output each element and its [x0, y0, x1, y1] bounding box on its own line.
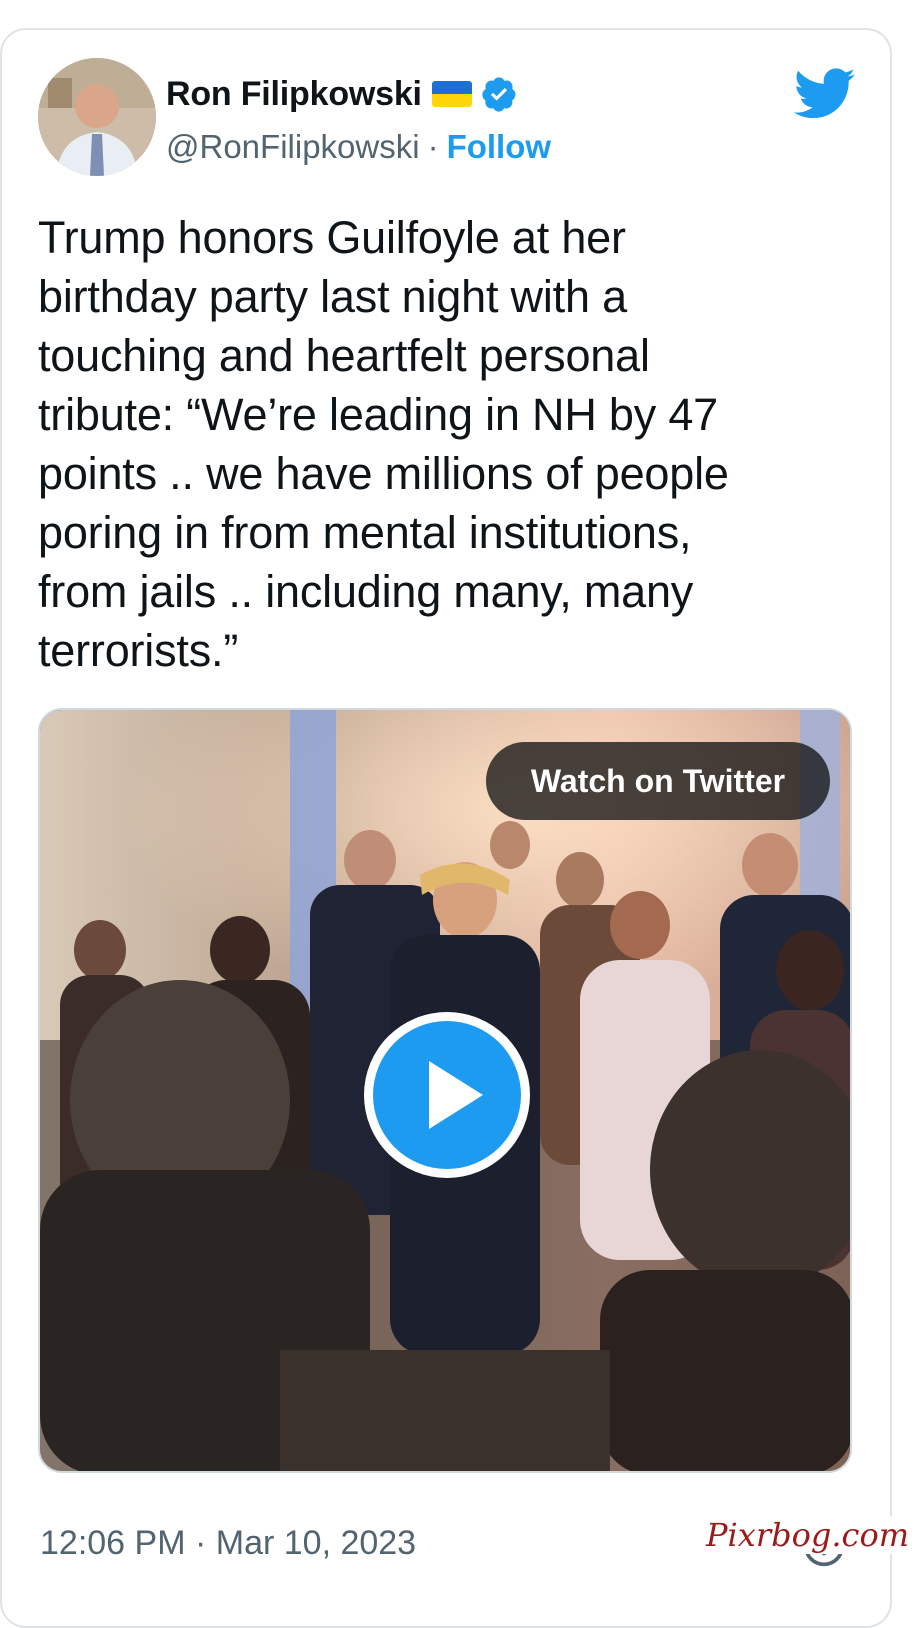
watch-on-twitter-button[interactable]: Watch on Twitter: [486, 742, 830, 820]
verified-badge-icon: [482, 77, 516, 112]
tweet-card: Ron Filipkowski @RonFilipkowski · Follow…: [0, 28, 892, 1628]
handle[interactable]: @RonFilipkowski: [166, 128, 420, 166]
twitter-bird-icon[interactable]: [794, 68, 856, 120]
tweet-text: Trump honors Guilfoyle at her birthday p…: [38, 212, 729, 676]
follow-button[interactable]: Follow: [447, 128, 551, 166]
play-button[interactable]: [364, 1012, 530, 1178]
video-player[interactable]: Watch on Twitter: [38, 708, 852, 1473]
avatar-image: [38, 58, 156, 176]
tweet-header: Ron Filipkowski @RonFilipkowski · Follow: [38, 58, 878, 178]
handle-row: @RonFilipkowski · Follow: [166, 126, 551, 168]
tweet-timestamp[interactable]: 12:06 PM · Mar 10, 2023: [40, 1524, 416, 1563]
display-name[interactable]: Ron Filipkowski: [166, 75, 422, 114]
separator-dot: ·: [427, 128, 439, 165]
name-row: Ron Filipkowski: [166, 72, 518, 116]
watermark: Pixrbog.com: [700, 1516, 916, 1554]
avatar[interactable]: [38, 58, 156, 176]
play-icon: [373, 1021, 521, 1169]
ukraine-flag-icon: [431, 81, 472, 107]
